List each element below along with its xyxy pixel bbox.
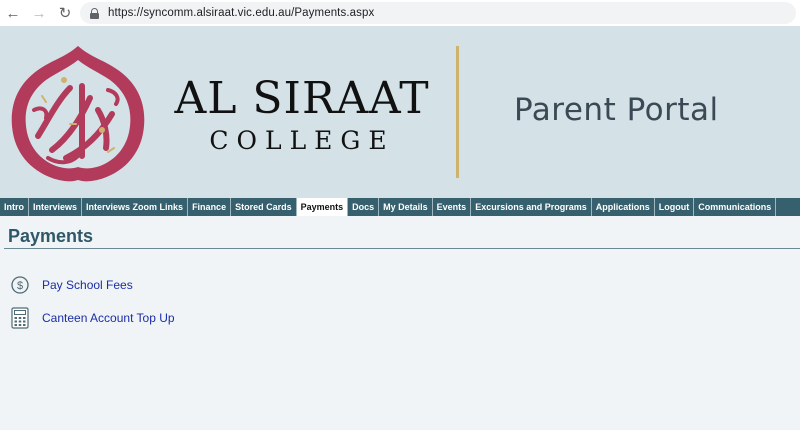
- back-arrow-icon[interactable]: ←: [0, 0, 26, 26]
- header-divider: [456, 46, 459, 178]
- main-content: Payments $ Pay School Fees Canteen Accou…: [0, 216, 800, 430]
- college-name-line2: COLLEGE: [209, 126, 395, 155]
- pay-school-fees-item[interactable]: $ Pay School Fees: [10, 274, 133, 296]
- tab-events[interactable]: Events: [433, 198, 472, 216]
- address-bar[interactable]: https://syncomm.alsiraat.vic.edu.au/Paym…: [80, 2, 796, 24]
- forward-arrow-icon[interactable]: →: [26, 0, 52, 26]
- tab-my-details[interactable]: My Details: [379, 198, 433, 216]
- canteen-account-top-up-link[interactable]: Canteen Account Top Up: [42, 311, 175, 325]
- url-text: https://syncomm.alsiraat.vic.edu.au/Paym…: [108, 7, 375, 19]
- dollar-circle-icon: $: [10, 274, 30, 296]
- pay-school-fees-link[interactable]: Pay School Fees: [42, 278, 133, 292]
- header-banner: AL SIRAAT COLLEGE Parent Portal: [0, 26, 800, 198]
- tab-intro[interactable]: Intro: [0, 198, 29, 216]
- calculator-icon: [10, 307, 30, 329]
- reload-icon[interactable]: ↻: [52, 0, 78, 26]
- svg-text:$: $: [17, 280, 23, 292]
- college-name-line1: AL SIRAAT: [174, 73, 430, 124]
- tab-finance[interactable]: Finance: [188, 198, 232, 216]
- tab-excursions-and-programs[interactable]: Excursions and Programs: [471, 198, 592, 216]
- tab-logout[interactable]: Logout: [655, 198, 695, 216]
- page-title: Payments: [8, 226, 94, 246]
- tab-docs[interactable]: Docs: [348, 198, 380, 216]
- college-name: AL SIRAAT COLLEGE: [162, 76, 442, 156]
- tab-communications[interactable]: Communications: [694, 198, 777, 216]
- canteen-top-up-item[interactable]: Canteen Account Top Up: [10, 307, 175, 329]
- tab-interviews[interactable]: Interviews: [29, 198, 83, 216]
- tab-interviews-zoom-links[interactable]: Interviews Zoom Links: [82, 198, 189, 216]
- main-nav: Intro Interviews Interviews Zoom Links F…: [0, 198, 800, 216]
- tab-applications[interactable]: Applications: [592, 198, 655, 216]
- lock-icon: [90, 7, 99, 19]
- portal-title: Parent Portal: [514, 92, 719, 128]
- title-divider: [4, 248, 800, 249]
- tab-stored-cards[interactable]: Stored Cards: [231, 198, 297, 216]
- college-logo: [11, 46, 145, 182]
- tab-payments[interactable]: Payments: [296, 198, 349, 216]
- browser-toolbar: ← → ↻ https://syncomm.alsiraat.vic.edu.a…: [0, 0, 800, 26]
